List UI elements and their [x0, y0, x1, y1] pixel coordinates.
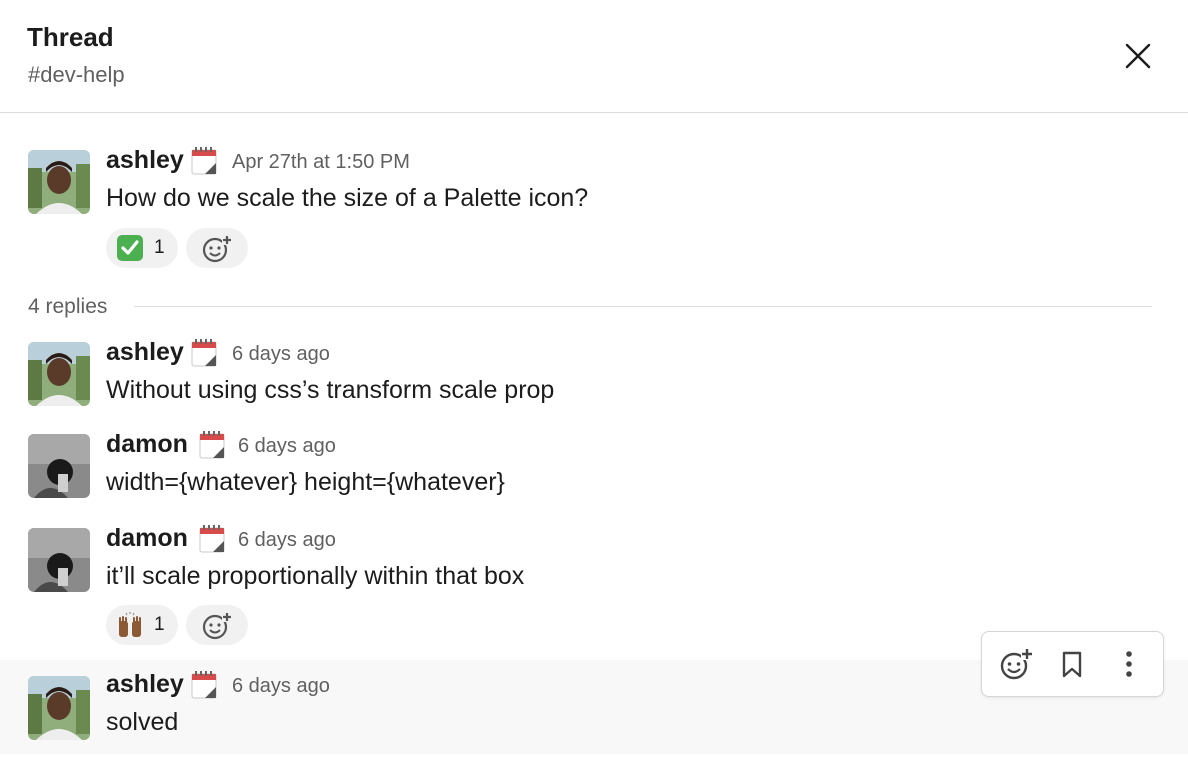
- replies-count: 4 replies: [28, 295, 108, 318]
- avatar[interactable]: [28, 528, 90, 592]
- calendar-icon: [191, 671, 217, 699]
- add-reaction-icon: [1000, 648, 1033, 680]
- message-author[interactable]: ashley: [106, 146, 184, 175]
- add-reaction-button[interactable]: [998, 646, 1034, 682]
- thread-channel-link[interactable]: #dev-help: [28, 62, 125, 88]
- message-author[interactable]: damon: [106, 430, 188, 459]
- close-icon: [1125, 43, 1151, 69]
- message-author[interactable]: damon: [106, 524, 188, 553]
- message-text: solved: [106, 708, 179, 736]
- add-reaction-button[interactable]: [186, 605, 248, 645]
- close-thread-button[interactable]: [1118, 36, 1158, 76]
- message-text: How do we scale the size of a Palette ic…: [106, 184, 589, 212]
- save-message-button[interactable]: [1054, 646, 1090, 682]
- reaction-count: 1: [154, 237, 165, 258]
- parent-message: ashley Apr 27th at 1:50 PM How do we sca…: [0, 140, 1188, 280]
- message-timestamp[interactable]: 6 days ago: [238, 529, 336, 552]
- add-reaction-icon: [202, 235, 232, 263]
- reaction-pill[interactable]: 1: [106, 228, 178, 268]
- message-timestamp[interactable]: Apr 27th at 1:50 PM: [232, 151, 410, 174]
- message-author[interactable]: ashley: [106, 670, 184, 699]
- calendar-icon: [199, 431, 225, 459]
- calendar-icon: [191, 147, 217, 175]
- reaction-pill[interactable]: 1: [106, 605, 178, 645]
- message-timestamp[interactable]: 6 days ago: [238, 435, 336, 458]
- more-actions-button[interactable]: [1111, 646, 1147, 682]
- message-text: width={whatever} height={whatever}: [106, 468, 505, 496]
- message-text: it’ll scale proportionally within that b…: [106, 562, 525, 590]
- reaction-count: 1: [154, 614, 165, 635]
- calendar-icon: [199, 525, 225, 553]
- add-reaction-icon: [202, 612, 232, 640]
- avatar[interactable]: [28, 342, 90, 406]
- message-timestamp[interactable]: 6 days ago: [232, 343, 330, 366]
- thread-title: Thread: [27, 22, 114, 52]
- bookmark-icon: [1062, 651, 1082, 678]
- calendar-icon: [191, 339, 217, 367]
- add-reaction-button[interactable]: [186, 228, 248, 268]
- reply-message: ashley 6 days ago Without using css’s tr…: [0, 332, 1188, 422]
- avatar[interactable]: [28, 676, 90, 740]
- avatar[interactable]: [28, 150, 90, 214]
- thread-header: Thread #dev-help: [0, 0, 1188, 113]
- message-timestamp[interactable]: 6 days ago: [232, 675, 330, 698]
- more-actions-icon: [1126, 651, 1132, 677]
- avatar[interactable]: [28, 434, 90, 498]
- message-text: Without using css’s transform scale prop: [106, 376, 555, 404]
- white-check-mark-icon: [117, 235, 143, 261]
- reply-message: damon 6 days ago width={whatever} height…: [0, 424, 1188, 514]
- message-author[interactable]: ashley: [106, 338, 184, 367]
- raised-hands-icon: [119, 612, 141, 637]
- message-actions-toolbar: [981, 631, 1164, 697]
- replies-divider: [134, 306, 1152, 307]
